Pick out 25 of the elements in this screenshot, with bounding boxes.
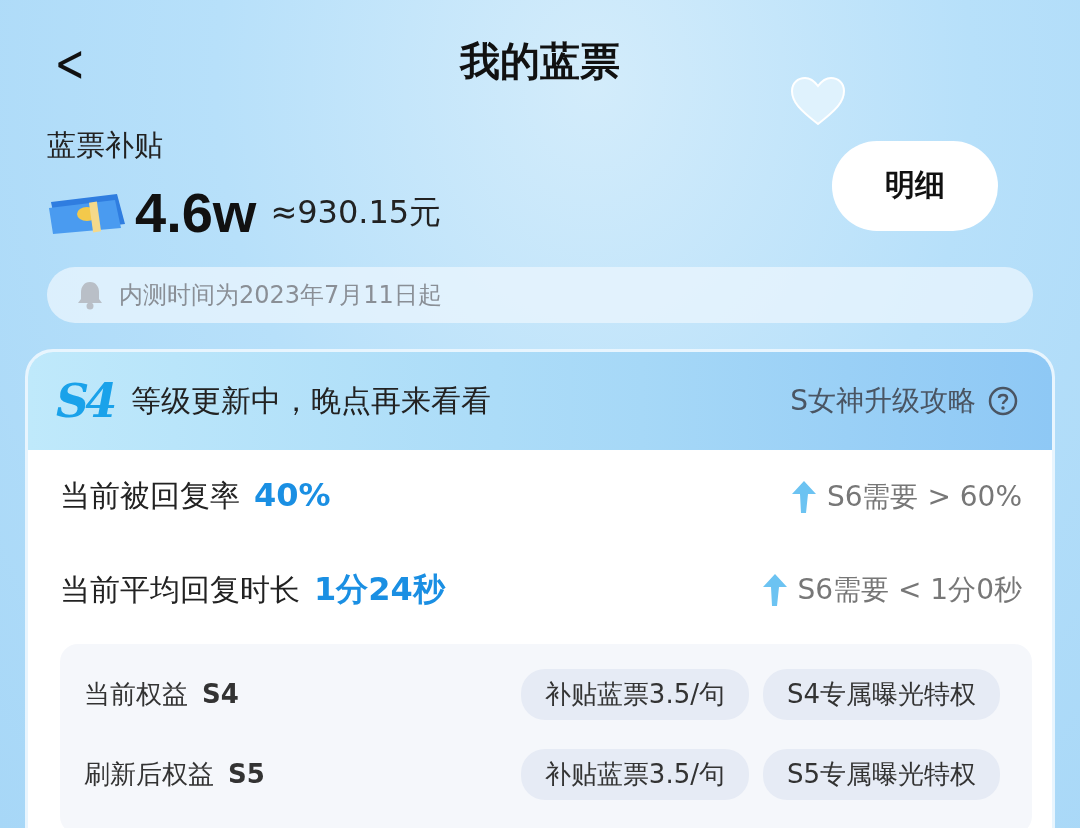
- requirement-text: S6需要 > 60%: [826, 478, 1022, 515]
- subsidy-amount: 4.6w: [135, 180, 257, 245]
- up-arrow-icon: [761, 572, 788, 607]
- up-arrow-icon: [790, 479, 817, 514]
- page-title: 我的蓝票: [460, 37, 620, 86]
- help-icon: [988, 386, 1018, 416]
- level-label: S4: [56, 374, 114, 428]
- subsidy-yuan: ≈930.15元: [270, 191, 442, 233]
- benefit-tag: S4专属曝光特权: [762, 668, 1000, 720]
- level-status: 等级更新中，晚点再来看看: [131, 381, 493, 420]
- benefit-label: 当前权益 S4: [84, 677, 240, 711]
- detail-button[interactable]: 明细: [832, 140, 998, 231]
- benefit-tag: 补贴蓝票3.5/句: [520, 748, 749, 800]
- notice-text: 内测时间为2023年7月11日起: [119, 280, 442, 311]
- bell-icon: [77, 280, 103, 310]
- back-button[interactable]: <: [54, 37, 86, 89]
- metric-label: 当前平均回复时长 1分24秒: [60, 568, 445, 610]
- metric-label: 当前被回复率 40%: [60, 476, 331, 516]
- heart-icon: [790, 76, 846, 126]
- benefit-tag: S5专属曝光特权: [762, 748, 1000, 800]
- guide-link[interactable]: S女神升级攻略: [790, 382, 1018, 420]
- benefit-label: 刷新后权益 S5: [84, 757, 266, 791]
- subsidy-label: 蓝票补贴: [47, 127, 164, 164]
- requirement-text: S6需要 < 1分0秒: [797, 571, 1022, 608]
- benefit-tag: 补贴蓝票3.5/句: [520, 668, 749, 720]
